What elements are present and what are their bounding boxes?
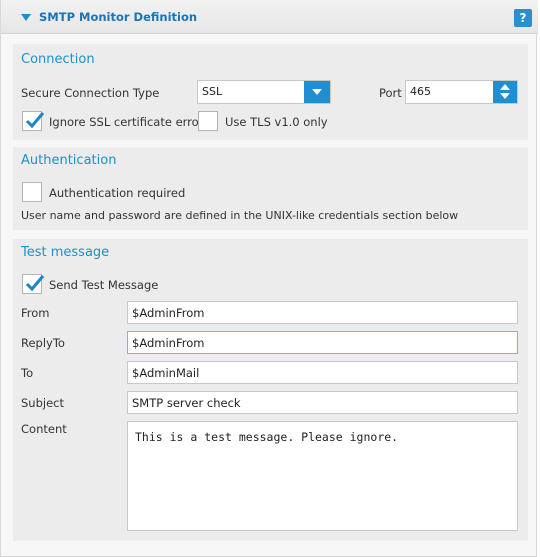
port-stepper[interactable]: 465: [405, 80, 518, 104]
replyto-label: ReplyTo: [21, 336, 65, 350]
help-icon[interactable]: ?: [514, 9, 532, 27]
auth-note: User name and password are defined in th…: [21, 209, 459, 222]
ignore-ssl-label: Ignore SSL certificate errors: [49, 115, 210, 129]
test-message-section: Test message Send Test Message From $Adm…: [13, 239, 528, 541]
panel-title: SMTP Monitor Definition: [39, 10, 198, 24]
to-field[interactable]: $AdminMail: [127, 361, 518, 384]
connection-title: Connection: [21, 52, 95, 67]
secure-type-value: SSL: [202, 85, 223, 98]
tls-checkbox[interactable]: [198, 111, 218, 131]
panel-header[interactable]: SMTP Monitor Definition ?: [1, 0, 538, 34]
port-label: Port: [379, 86, 402, 100]
port-spin-buttons[interactable]: [493, 81, 517, 103]
chevron-down-icon[interactable]: [500, 93, 510, 99]
auth-required-label: Authentication required: [49, 186, 186, 200]
ignore-ssl-checkbox[interactable]: [22, 111, 45, 131]
subject-field[interactable]: SMTP server check: [127, 391, 518, 414]
test-message-title: Test message: [21, 245, 110, 260]
port-value: 465: [410, 85, 431, 98]
checkmark-icon: [25, 275, 45, 292]
collapse-triangle-icon[interactable]: [21, 14, 31, 21]
replyto-field[interactable]: $AdminFrom: [127, 331, 518, 354]
to-label: To: [21, 366, 34, 380]
subject-label: Subject: [21, 396, 64, 410]
content-textarea[interactable]: This is a test message. Please ignore.: [127, 421, 518, 531]
select-dropdown-button[interactable]: [304, 81, 330, 103]
secure-type-select[interactable]: SSL: [197, 80, 331, 104]
send-test-checkbox[interactable]: [22, 274, 45, 294]
connection-section: Connection Secure Connection Type SSL Po…: [13, 44, 528, 140]
chevron-down-icon: [312, 89, 322, 95]
authentication-section: Authentication Authentication required U…: [13, 147, 528, 230]
secure-type-label: Secure Connection Type: [21, 86, 160, 100]
auth-required-checkbox[interactable]: [22, 182, 42, 202]
from-label: From: [21, 306, 50, 320]
tls-label: Use TLS v1.0 only: [225, 115, 328, 129]
content-label: Content: [21, 422, 67, 436]
checkmark-icon: [25, 112, 45, 129]
from-field[interactable]: $AdminFrom: [127, 301, 518, 324]
chevron-up-icon[interactable]: [500, 84, 510, 90]
authentication-title: Authentication: [21, 153, 117, 168]
send-test-label: Send Test Message: [49, 278, 159, 292]
smtp-monitor-panel: SMTP Monitor Definition ? Connection Sec…: [0, 0, 538, 557]
